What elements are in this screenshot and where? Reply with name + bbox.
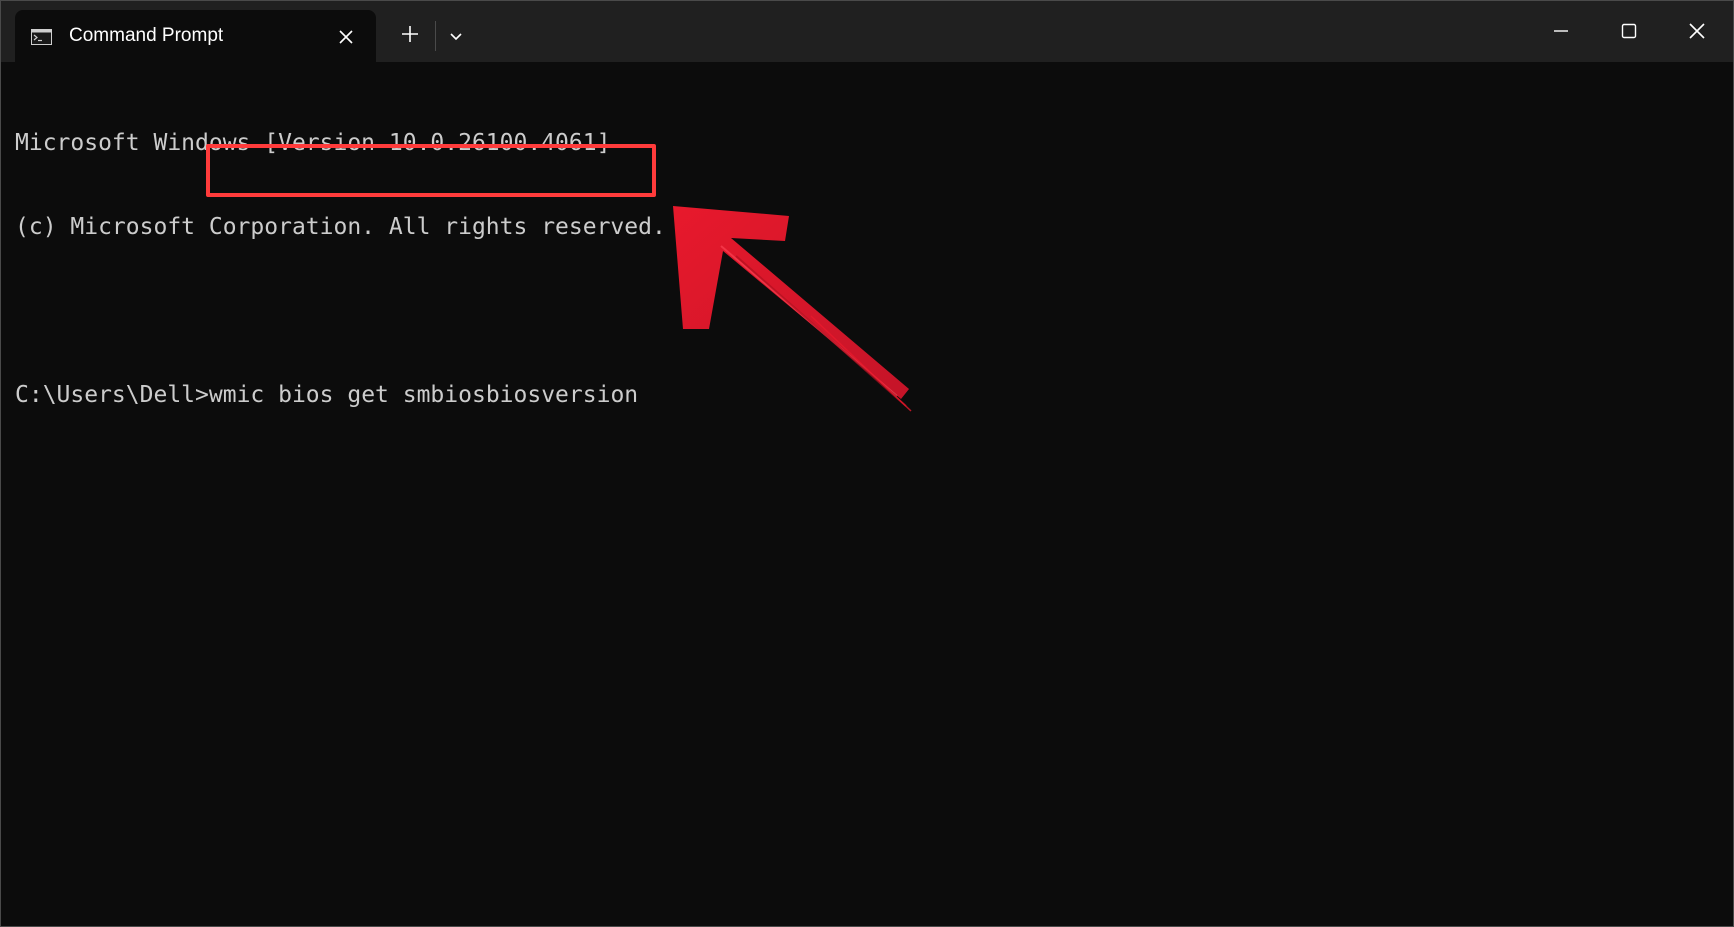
command-highlight-box <box>206 144 656 197</box>
tab-close-button[interactable] <box>333 24 359 50</box>
maximize-icon <box>1621 23 1637 39</box>
maximize-button[interactable] <box>1605 11 1653 51</box>
console-output[interactable]: Microsoft Windows [Version 10.0.26100.40… <box>15 73 1715 913</box>
chevron-down-icon <box>450 33 462 41</box>
close-icon <box>339 30 353 44</box>
minimize-button[interactable] <box>1537 11 1585 51</box>
close-button[interactable] <box>1673 11 1721 51</box>
command-prompt-path: C:\Users\Dell> <box>15 382 209 408</box>
tab-title: Command Prompt <box>69 25 224 46</box>
terminal-window: Command Prompt Microsoft Windows [Versio… <box>0 0 1734 927</box>
tab-dropdown-button[interactable] <box>441 21 471 51</box>
typed-command: wmic bios get smbiosbiosversion <box>208 382 639 408</box>
terminal-icon <box>31 29 52 45</box>
new-tab-button[interactable] <box>395 19 425 49</box>
tab-command-prompt[interactable]: Command Prompt <box>15 10 376 62</box>
title-bar[interactable]: Command Prompt <box>1 1 1733 62</box>
close-icon <box>1689 23 1705 39</box>
minimize-icon <box>1554 30 1568 32</box>
arrow-icon <box>661 201 921 416</box>
tab-separator <box>435 21 436 51</box>
plus-icon <box>402 26 418 42</box>
